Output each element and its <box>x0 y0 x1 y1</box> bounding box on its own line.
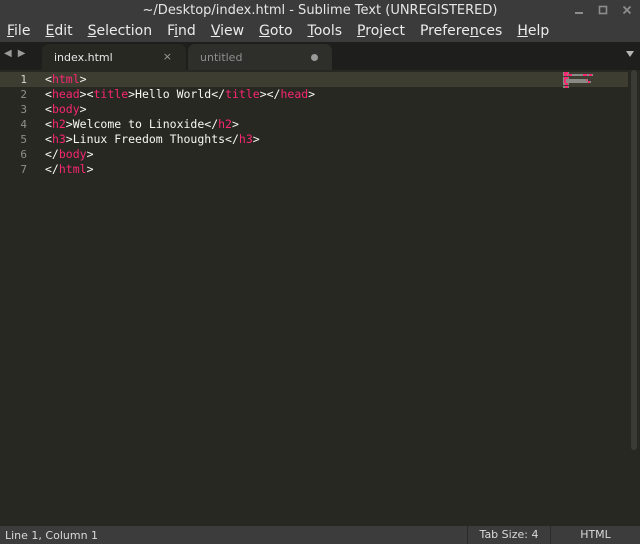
tab-untitled[interactable]: untitled <box>188 44 332 70</box>
menu-item[interactable]: Find <box>167 23 196 39</box>
code-text: < <box>45 117 52 131</box>
menu-item[interactable]: Goto <box>259 23 292 39</box>
tag-name: head <box>51 87 80 101</box>
menu-item[interactable]: View <box>211 23 244 39</box>
arrow-right-icon[interactable]: ▶ <box>18 48 26 59</box>
code-text: > <box>231 117 239 131</box>
close-icon[interactable] <box>620 3 634 17</box>
line-number: 6 <box>20 148 27 161</box>
line-number: 1 <box>0 72 38 87</box>
minimap-segment <box>590 81 592 84</box>
unsaved-dot-icon[interactable] <box>311 54 318 61</box>
menu-item[interactable]: Project <box>357 23 405 39</box>
tag-name: body <box>58 147 87 161</box>
code-text: >Welcome to Linoxide</ <box>65 117 219 131</box>
tab-index-html[interactable]: index.html × <box>42 44 186 70</box>
minimap-segment <box>568 85 570 88</box>
tag-name: html <box>58 162 87 176</box>
menu-item[interactable]: Tools <box>308 23 343 39</box>
code-view[interactable]: <html> <head><title>Hello World</title></… <box>45 72 315 177</box>
window-title: ~/Desktop/index.html - Sublime Text (UNR… <box>142 2 498 18</box>
syntax-selector[interactable]: HTML <box>551 526 640 544</box>
line-number: 7 <box>20 163 27 176</box>
code-text: >< <box>79 87 94 101</box>
line-number: 4 <box>20 118 27 131</box>
tab-navigation: ◀ ▶ <box>4 48 25 59</box>
code-line[interactable]: <h3>Linux Freedom Thoughts</h3> <box>45 132 315 147</box>
code-line[interactable]: <head><title>Hello World</title></head> <box>45 87 315 102</box>
tag-name: body <box>51 102 80 116</box>
code-text: >Linux Freedom Thoughts</ <box>65 132 239 146</box>
menu-item[interactable]: Preferences <box>420 23 502 39</box>
vertical-scrollbar[interactable] <box>628 70 640 526</box>
menu-item[interactable]: Help <box>517 23 549 39</box>
tag-name: h2 <box>51 117 66 131</box>
minimap[interactable] <box>563 72 593 88</box>
minimap-segment <box>592 74 593 77</box>
tab-bar: ◀ ▶ index.html × untitled <box>0 42 640 70</box>
tag-name: h3 <box>51 132 66 146</box>
code-text: < <box>45 132 52 146</box>
maximize-icon[interactable] <box>596 3 610 17</box>
status-bar: Line 1, Column 1 Tab Size: 4 HTML <box>0 526 640 544</box>
line-number-gutter[interactable]: 12 3 4 5 6 7 <box>0 70 38 526</box>
tag-name: html <box>51 72 80 86</box>
window-controls <box>572 0 634 20</box>
tab-label: untitled <box>200 50 243 64</box>
minimize-icon[interactable] <box>572 3 586 17</box>
code-text: < <box>45 87 52 101</box>
tag-name: title <box>225 87 260 101</box>
minimap-segment <box>572 74 583 77</box>
tag-name: h3 <box>238 132 253 146</box>
code-text: ></ <box>259 87 281 101</box>
menu-bar: File Edit Selection Find View Goto Tools Projec… <box>0 20 640 42</box>
code-text: > <box>86 147 94 161</box>
code-text: > <box>252 132 260 146</box>
cursor-position: Line 1, Column 1 <box>5 529 99 542</box>
tag-name: title <box>93 87 129 101</box>
line-number: 5 <box>20 133 27 146</box>
tag-name: head <box>280 87 309 101</box>
editor-area[interactable]: 1234567 <html> <head><title>Hello World</… <box>0 70 640 526</box>
code-text: > <box>79 72 87 86</box>
minimap-line <box>563 85 593 88</box>
tab-close-button[interactable]: × <box>163 50 172 63</box>
code-text: >Hello World</ <box>128 87 226 101</box>
code-line[interactable]: <h2>Welcome to Linoxide</h2> <box>45 117 315 132</box>
menu-item[interactable]: Edit <box>45 23 72 39</box>
arrow-left-icon[interactable]: ◀ <box>4 48 12 59</box>
menu-item[interactable]: File <box>7 23 30 39</box>
line-number: 3 <box>20 103 27 116</box>
tab-size-selector[interactable]: Tab Size: 4 <box>467 526 551 544</box>
code-line[interactable]: </body> <box>45 147 315 162</box>
code-text: </ <box>45 162 59 176</box>
menu-item[interactable]: Selection <box>88 23 153 39</box>
code-line[interactable]: <body> <box>45 102 315 117</box>
code-text: </ <box>45 147 59 161</box>
code-text: > <box>86 162 94 176</box>
code-text: < <box>45 102 52 116</box>
scrollbar-thumb[interactable] <box>631 70 637 450</box>
code-text: > <box>308 87 316 101</box>
tag-name: h2 <box>218 117 232 131</box>
chevron-down-icon[interactable] <box>626 51 634 57</box>
title-bar: ~/Desktop/index.html - Sublime Text (UNR… <box>0 0 640 20</box>
code-text: < <box>45 72 52 86</box>
tab-label: index.html <box>54 50 113 64</box>
code-line[interactable]: </html> <box>45 162 315 177</box>
line-number: 2 <box>20 88 27 101</box>
code-line[interactable]: <html> <box>45 72 315 87</box>
code-text: > <box>79 102 87 116</box>
